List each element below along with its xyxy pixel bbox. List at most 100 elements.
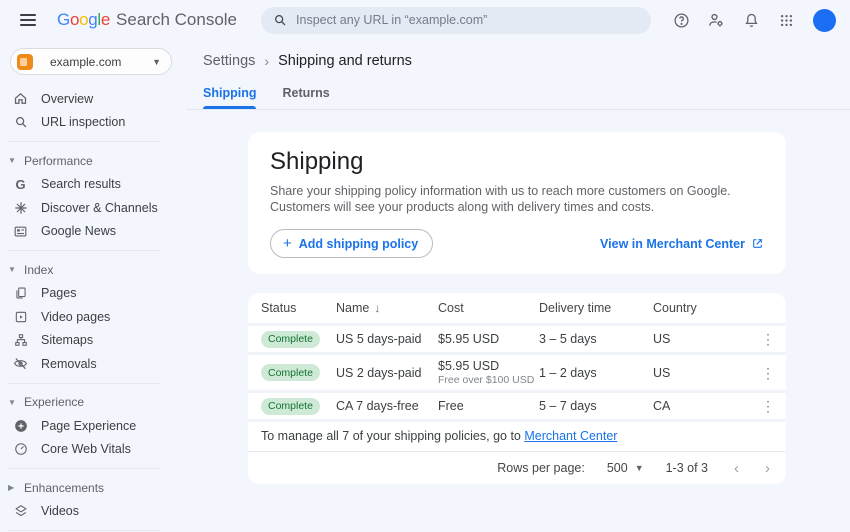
policy-cost: $5.95 USD — [438, 332, 539, 346]
row-overflow-menu-icon[interactable]: ⋮ — [750, 399, 786, 413]
policy-name: CA 7 days-free — [336, 399, 438, 413]
breadcrumb-current: Shipping and returns — [278, 53, 412, 69]
divider — [8, 141, 160, 142]
policy-delivery-time: 5 – 7 days — [539, 399, 653, 413]
news-icon — [13, 224, 28, 239]
status-badge: Complete — [261, 398, 320, 415]
user-avatar[interactable] — [813, 9, 836, 32]
videos-layers-icon — [13, 504, 28, 519]
sidebar-item-pages[interactable]: Pages — [0, 282, 186, 306]
property-selector[interactable]: example.com ▼ — [10, 48, 172, 75]
sidebar-section-enhancements[interactable]: ▶ Enhancements — [0, 476, 186, 500]
policy-name: US 2 days-paid — [336, 366, 438, 380]
sidebar-item-search-results[interactable]: G Search results — [0, 173, 186, 197]
search-input[interactable] — [296, 13, 639, 27]
previous-page-icon[interactable]: ‹ — [734, 461, 739, 476]
app-logo: Google Search Console — [57, 10, 237, 30]
chevron-expanded-icon: ▼ — [8, 156, 16, 165]
policy-delivery-time: 3 – 5 days — [539, 332, 653, 346]
chevron-collapsed-icon: ▶ — [8, 483, 16, 492]
policy-cost: $5.95 USD Free over $100 USD — [438, 359, 539, 386]
shipping-description: Share your shipping policy information w… — [270, 183, 764, 215]
policy-delivery-time: 1 – 2 days — [539, 366, 653, 380]
help-icon[interactable] — [669, 8, 693, 32]
product-name: Search Console — [116, 10, 237, 30]
discover-icon — [13, 200, 28, 215]
manage-policies-note: To manage all 7 of your shipping policie… — [248, 422, 786, 452]
policy-country: US — [653, 332, 750, 346]
row-overflow-menu-icon[interactable]: ⋮ — [750, 332, 786, 346]
header-actions — [669, 8, 836, 32]
google-apps-grid-icon[interactable] — [774, 8, 798, 32]
page-experience-icon — [13, 418, 28, 433]
sidebar-section-performance[interactable]: ▼ Performance — [0, 149, 186, 173]
divider — [8, 250, 160, 251]
sidebar-item-removals[interactable]: Removals — [0, 352, 186, 376]
sidebar-item-discover-channels[interactable]: Discover & Channels — [0, 196, 186, 220]
chevron-down-icon: ▼ — [152, 57, 161, 67]
tab-bar: Shipping Returns — [186, 69, 850, 110]
sidebar-section-index[interactable]: ▼ Index — [0, 258, 186, 282]
property-label: example.com — [50, 55, 143, 69]
rows-per-page-select[interactable]: 500 ▼ — [607, 461, 644, 475]
google-logo: Google — [57, 10, 110, 30]
manage-users-icon[interactable] — [704, 8, 728, 32]
policy-cost: Free — [438, 399, 539, 413]
search-icon — [13, 115, 28, 130]
col-header-status: Status — [261, 301, 336, 315]
shipping-summary-card: Shipping Share your shipping policy info… — [248, 132, 786, 274]
property-icon — [17, 54, 33, 70]
sidebar-item-url-inspection[interactable]: URL inspection — [0, 111, 186, 135]
plus-icon: + — [283, 235, 292, 252]
pages-icon — [13, 286, 28, 301]
cost-note: Free over $100 USD — [438, 374, 539, 386]
tab-shipping[interactable]: Shipping — [203, 86, 256, 109]
next-page-icon[interactable]: › — [765, 461, 770, 476]
col-header-cost: Cost — [438, 301, 539, 315]
external-link-icon — [751, 237, 764, 250]
rows-per-page-label: Rows per page: — [497, 461, 585, 475]
chevron-expanded-icon: ▼ — [8, 398, 16, 407]
chevron-down-icon: ▼ — [635, 463, 644, 473]
tab-returns[interactable]: Returns — [282, 86, 329, 109]
gauge-icon — [13, 442, 28, 457]
pagination-bar: Rows per page: 500 ▼ 1-3 of 3 ‹ › — [248, 452, 786, 484]
pagination-range: 1-3 of 3 — [666, 461, 708, 475]
search-icon — [273, 13, 287, 27]
chevron-expanded-icon: ▼ — [8, 265, 16, 274]
shipping-policies-table: Status Name↓ Cost Delivery time Country … — [248, 293, 786, 484]
divider — [8, 383, 160, 384]
sidebar-item-core-web-vitals[interactable]: Core Web Vitals — [0, 438, 186, 462]
table-row: Complete CA 7 days-free Free 5 – 7 days … — [248, 393, 786, 422]
sitemaps-icon — [13, 333, 28, 348]
removals-hidden-eye-icon — [13, 356, 28, 371]
sidebar-item-overview[interactable]: Overview — [0, 87, 186, 111]
sidebar-item-video-pages[interactable]: Video pages — [0, 305, 186, 329]
col-header-delivery-time: Delivery time — [539, 301, 653, 315]
sidebar-item-google-news[interactable]: Google News — [0, 220, 186, 244]
google-g-icon: G — [13, 177, 28, 192]
sidebar: example.com ▼ Overview URL inspection ▼ … — [0, 40, 186, 532]
sidebar-item-sitemaps[interactable]: Sitemaps — [0, 329, 186, 353]
add-shipping-policy-button[interactable]: + Add shipping policy — [270, 229, 433, 258]
sidebar-section-experience[interactable]: ▼ Experience — [0, 391, 186, 415]
table-row: Complete US 5 days-paid $5.95 USD 3 – 5 … — [248, 326, 786, 355]
url-inspect-search-bar[interactable] — [261, 7, 651, 34]
breadcrumb-settings[interactable]: Settings — [203, 53, 255, 69]
status-badge: Complete — [261, 364, 320, 381]
row-overflow-menu-icon[interactable]: ⋮ — [750, 366, 786, 380]
policy-country: CA — [653, 399, 750, 413]
notifications-bell-icon[interactable] — [739, 8, 763, 32]
divider — [8, 530, 160, 531]
table-header-row: Status Name↓ Cost Delivery time Country — [248, 293, 786, 326]
policy-name: US 5 days-paid — [336, 332, 438, 346]
status-badge: Complete — [261, 331, 320, 348]
view-in-merchant-center-link[interactable]: View in Merchant Center — [600, 237, 764, 251]
policy-country: US — [653, 366, 750, 380]
hamburger-menu-icon[interactable] — [20, 14, 36, 26]
col-header-name[interactable]: Name↓ — [336, 301, 438, 315]
sidebar-item-videos[interactable]: Videos — [0, 500, 186, 524]
sidebar-item-page-experience[interactable]: Page Experience — [0, 414, 186, 438]
sort-descending-icon[interactable]: ↓ — [374, 301, 380, 315]
merchant-center-link[interactable]: Merchant Center — [524, 429, 617, 443]
